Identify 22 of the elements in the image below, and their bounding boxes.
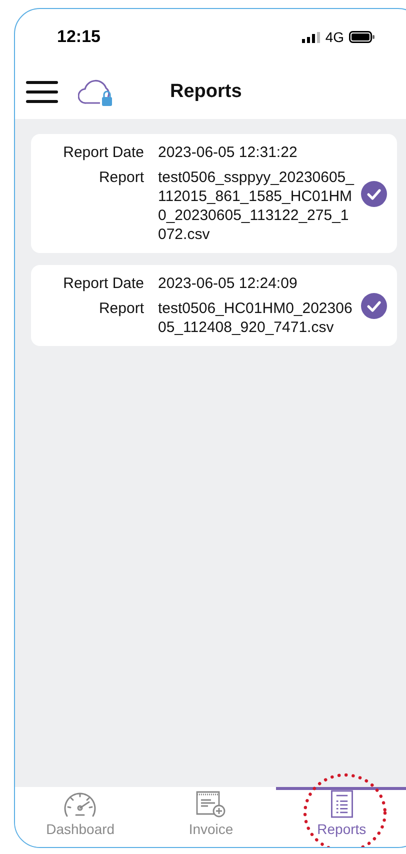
invoice-add-icon — [195, 790, 227, 818]
battery-icon — [349, 31, 375, 43]
report-date: 2023-06-05 12:24:09 — [158, 274, 298, 293]
gauge-icon — [62, 790, 98, 818]
page-title: Reports — [170, 81, 242, 103]
report-filename: test0506_HC01HM0_20230605_112408_920_7471.csv — [158, 299, 354, 337]
network-label: 4G — [325, 29, 344, 45]
report-card[interactable]: Report Date 2023-06-05 12:31:22 Report test0506_ssppyy_20230605_112015_861_1585_HC01HM0_20230605_113122_275_1072.csv — [31, 134, 397, 253]
menu-icon[interactable] — [26, 81, 58, 103]
report-card[interactable]: Report Date 2023-06-05 12:24:09 Report test0506_HC01HM0_20230605_112408_920_7471.csv — [31, 265, 397, 346]
report-filename: test0506_ssppyy_20230605_112015_861_1585_HC01HM0_20230605_113122_275_1072.csv — [158, 168, 354, 244]
status-time: 12:15 — [57, 27, 100, 47]
tab-button[interactable]: Invoice — [146, 787, 276, 847]
tab-button[interactable]: Dashboard — [15, 787, 146, 847]
field-label: Report Date — [62, 143, 144, 162]
report-date: 2023-06-05 12:31:22 — [158, 143, 298, 162]
report-list-icon — [330, 790, 354, 818]
tab-button[interactable]: Reports — [276, 787, 406, 847]
field-label: Report — [98, 299, 144, 318]
field-label: Report Date — [62, 274, 144, 293]
field-label: Report — [98, 168, 144, 187]
signal-icon — [302, 32, 320, 42]
